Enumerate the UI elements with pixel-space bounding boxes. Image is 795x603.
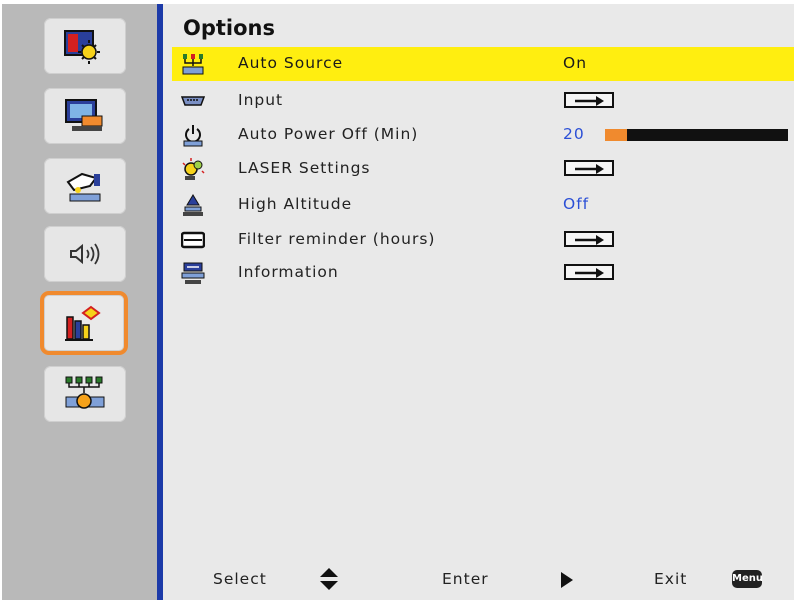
menu-item-label: Information xyxy=(238,263,339,281)
sidebar-divider xyxy=(157,4,163,600)
menu-item-input[interactable]: Input xyxy=(172,84,794,118)
projector-osd-menu: Options Auto Source On Input Auto Power … xyxy=(2,4,794,600)
arrow-right-icon xyxy=(575,235,604,245)
menu-item-label: Filter reminder (hours) xyxy=(238,230,436,248)
menu-item-label: LASER Settings xyxy=(238,159,371,177)
high-altitude-icon xyxy=(183,194,203,216)
menu-item-auto-source[interactable]: Auto Source On xyxy=(172,47,794,81)
menu-item-auto-power-off[interactable]: Auto Power Off (Min) 20 xyxy=(172,118,794,152)
menu-item-label: High Altitude xyxy=(238,195,353,213)
tab-network[interactable] xyxy=(44,366,126,422)
menu-item-label: Auto Power Off (Min) xyxy=(238,125,419,143)
menu-item-filter-reminder[interactable]: Filter reminder (hours) xyxy=(172,223,794,257)
tab-image-settings[interactable] xyxy=(44,18,126,74)
auto-power-off-value: 20 xyxy=(563,125,585,143)
tab-options[interactable] xyxy=(40,291,128,355)
tab-audio[interactable] xyxy=(44,226,126,282)
page-title: Options xyxy=(183,16,275,40)
enter-submenu-button[interactable] xyxy=(564,92,614,108)
footer-select-label: Select xyxy=(213,570,267,588)
slider-fill xyxy=(605,129,627,141)
display-settings-icon xyxy=(65,99,103,131)
image-settings-icon xyxy=(64,30,100,64)
auto-power-off-slider[interactable] xyxy=(605,129,788,141)
high-altitude-value: Off xyxy=(563,195,590,213)
setup-icon xyxy=(66,172,101,202)
menu-item-high-altitude[interactable]: High Altitude Off xyxy=(172,188,794,222)
footer-exit-label: Exit xyxy=(654,570,688,588)
menu-item-label: Input xyxy=(238,91,284,109)
sidebar xyxy=(2,4,157,600)
tab-display-settings[interactable] xyxy=(44,88,126,144)
auto-source-icon xyxy=(182,54,204,75)
up-down-icon xyxy=(320,568,338,590)
menu-key-icon: Menu xyxy=(732,570,763,588)
options-icon xyxy=(65,305,101,341)
power-timer-icon xyxy=(183,125,203,147)
laser-bulb-icon xyxy=(182,158,205,180)
play-right-icon xyxy=(561,572,573,588)
menu-item-laser-settings[interactable]: LASER Settings xyxy=(172,152,794,186)
arrow-right-icon xyxy=(575,164,604,174)
menu-item-label: Auto Source xyxy=(238,54,344,72)
arrow-right-icon xyxy=(575,96,604,106)
input-connector-icon xyxy=(181,96,205,106)
enter-submenu-button[interactable] xyxy=(564,160,614,176)
enter-submenu-button[interactable] xyxy=(564,264,614,280)
footer-enter-label: Enter xyxy=(442,570,489,588)
information-icon xyxy=(181,262,205,284)
enter-submenu-button[interactable] xyxy=(564,231,614,247)
arrow-right-icon xyxy=(575,268,604,278)
network-icon xyxy=(65,376,105,409)
tab-setup[interactable] xyxy=(44,158,126,214)
audio-icon xyxy=(70,243,100,265)
auto-source-value: On xyxy=(563,54,588,72)
menu-item-information[interactable]: Information xyxy=(172,256,794,290)
filter-icon xyxy=(181,231,205,249)
